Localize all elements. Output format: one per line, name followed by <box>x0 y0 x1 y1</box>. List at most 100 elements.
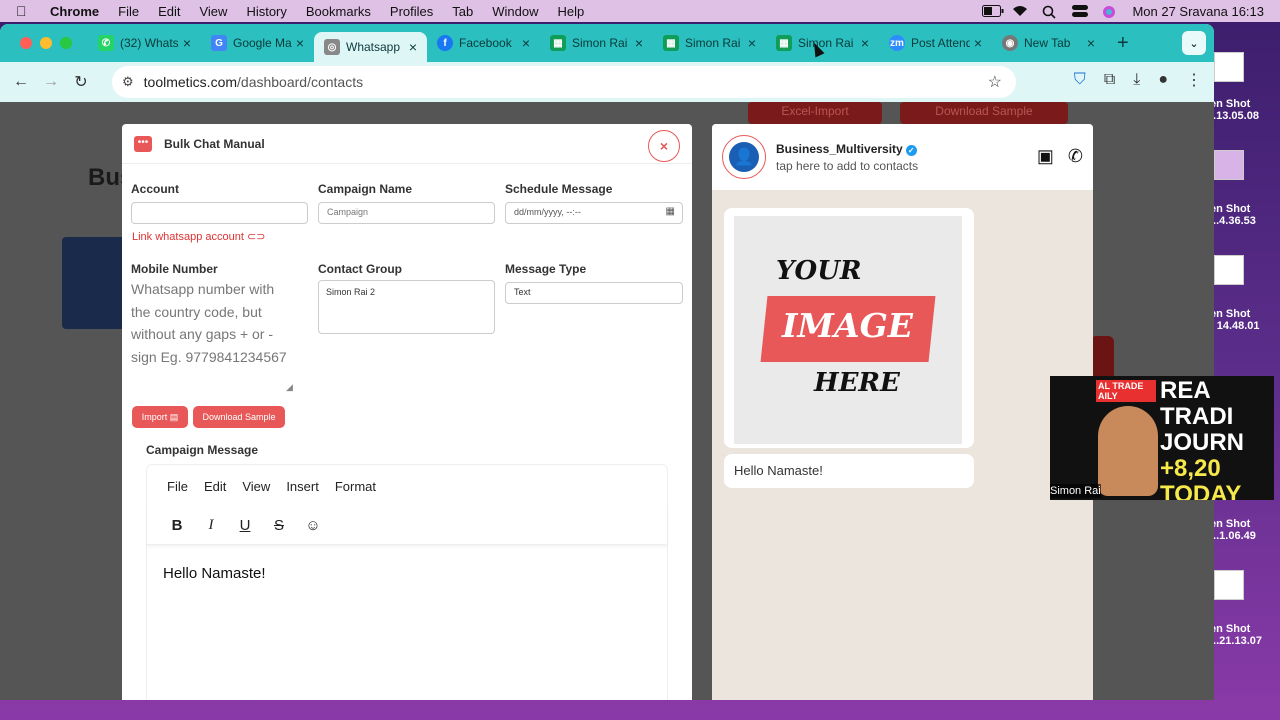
tab-facebook[interactable]: f Facebook × <box>427 28 540 58</box>
strikethrough-icon[interactable]: S <box>271 517 287 534</box>
campaign-name-input[interactable]: Campaign <box>318 202 495 224</box>
schedule-datetime-input[interactable]: dd/mm/yyyy, --:-- ▦ <box>505 202 683 224</box>
preview-subtitle: tap here to add to contacts <box>776 158 919 173</box>
desktop-thumbnail[interactable] <box>1214 52 1244 82</box>
phone-icon[interactable]: ✆ <box>1068 146 1083 167</box>
editor-menu-edit[interactable]: Edit <box>204 479 226 494</box>
close-tab-icon[interactable]: × <box>748 35 756 51</box>
sheets-icon: ▦ <box>776 35 792 51</box>
tab-sheets-2[interactable]: ▦ Simon Rai × <box>653 28 766 58</box>
video-call-overlay[interactable]: AL TRADE AILY REA TRADI JOURN +8,20 TODA… <box>1050 376 1274 500</box>
chrome-icon: ◉ <box>1002 35 1018 51</box>
tab-sheets-1[interactable]: ▦ Simon Rai × <box>540 28 653 58</box>
close-modal-button[interactable]: × <box>648 130 680 162</box>
reload-icon[interactable]: ↻ <box>66 72 96 92</box>
tab-zoom[interactable]: zm Post Attendance × <box>879 28 992 58</box>
profile-avatar[interactable]: ● <box>1158 71 1168 89</box>
menu-tab[interactable]: Tab <box>452 4 473 19</box>
bookmark-star-icon[interactable]: ☆ <box>988 72 1002 92</box>
close-tab-icon[interactable]: × <box>974 35 982 51</box>
desktop-file[interactable]: en Shot ...4.36.53 <box>1210 203 1280 227</box>
close-tab-icon[interactable]: × <box>522 35 530 51</box>
close-tab-icon[interactable]: × <box>409 39 417 55</box>
tab-search-chevron-icon[interactable]: ⌄ <box>1182 31 1206 55</box>
tab-whatsapp-active[interactable]: ◎ Whatsapp × <box>314 32 427 62</box>
close-tab-icon[interactable]: × <box>183 35 191 51</box>
minimize-window-button[interactable] <box>40 37 52 49</box>
desktop-file[interactable]: en Shot ..13.05.08 <box>1210 98 1280 122</box>
siri-icon[interactable] <box>1102 5 1120 18</box>
shield-icon[interactable]: ⛉ <box>1074 71 1086 89</box>
underline-icon[interactable]: U <box>237 517 253 534</box>
editor-menu-file[interactable]: File <box>167 479 188 494</box>
close-tab-icon[interactable]: × <box>861 35 869 51</box>
mobile-number-textarea[interactable]: Whatsapp number with the country code, b… <box>131 278 297 394</box>
wifi-icon[interactable] <box>1012 5 1030 17</box>
menu-history[interactable]: History <box>246 4 286 19</box>
desktop-file[interactable]: en Shot ...21.13.07 <box>1210 623 1280 647</box>
menu-window[interactable]: Window <box>492 4 538 19</box>
video-participant-name: Simon Rai <box>1050 484 1101 498</box>
battery-icon[interactable] <box>982 5 1004 17</box>
resize-handle-icon[interactable]: ◢ <box>286 382 293 393</box>
schedule-placeholder: dd/mm/yyyy, --:-- <box>514 207 581 217</box>
menubar-datetime[interactable]: Mon 27 Sravana 16:13 <box>1132 4 1264 19</box>
campaign-name-label: Campaign Name <box>318 182 413 196</box>
link-whatsapp-account-link[interactable]: Link whatsapp account ⊂⊃ <box>132 230 265 243</box>
menu-app-name[interactable]: Chrome <box>50 4 99 19</box>
address-bar[interactable]: ⚙ toolmetics.com/dashboard/contacts ☆ <box>112 66 1016 98</box>
account-select[interactable] <box>131 202 308 224</box>
menu-bookmarks[interactable]: Bookmarks <box>306 4 371 19</box>
editor-menu-format[interactable]: Format <box>335 479 376 494</box>
maximize-window-button[interactable] <box>60 37 72 49</box>
desktop-thumbnail[interactable] <box>1214 150 1244 180</box>
modal-title: Bulk Chat Manual <box>164 136 265 151</box>
italic-icon[interactable]: I <box>203 517 219 534</box>
tab-google[interactable]: G Google Mail × <box>201 28 314 58</box>
zoom-icon: zm <box>889 35 905 51</box>
contact-group-select[interactable]: Simon Rai 2 <box>318 280 495 334</box>
back-arrow-icon[interactable]: ← <box>6 73 36 91</box>
desktop-file[interactable]: en Shot t 14.48.01 <box>1210 308 1280 332</box>
more-menu-icon[interactable]: ⋮ <box>1186 70 1202 90</box>
tab-new-tab[interactable]: ◉ New Tab × <box>992 28 1105 58</box>
store-icon[interactable]: ▣ <box>1037 146 1054 167</box>
desktop-file[interactable]: en Shot ...1.06.49 <box>1210 518 1280 542</box>
file-icon: ▤ <box>169 412 179 422</box>
close-tab-icon[interactable]: × <box>1087 35 1095 51</box>
close-tab-icon[interactable]: × <box>635 35 643 51</box>
editor-content[interactable]: Hello Namaste! <box>147 545 667 602</box>
apple-menu-icon[interactable]:  <box>16 4 30 18</box>
contact-group-label: Contact Group <box>318 262 402 276</box>
emoji-icon[interactable]: ☺ <box>305 517 321 534</box>
new-tab-button[interactable]: + <box>1117 32 1129 55</box>
menu-help[interactable]: Help <box>558 4 585 19</box>
bold-icon[interactable]: B <box>169 517 185 534</box>
control-center-icon[interactable] <box>1072 5 1090 17</box>
forward-arrow-icon[interactable]: → <box>36 73 66 91</box>
desktop-thumbnail[interactable] <box>1214 570 1244 600</box>
tab-whatsapp[interactable]: ✆ (32) WhatsApp × <box>88 28 201 58</box>
extensions-icon[interactable]: ⧉ <box>1104 71 1115 89</box>
desktop-file-name: en Shot <box>1210 203 1251 215</box>
search-icon[interactable] <box>1042 5 1060 19</box>
close-window-button[interactable] <box>20 37 32 49</box>
business-name: Business_Multiversity ✓ <box>776 142 918 156</box>
site-settings-icon[interactable]: ⚙ <box>122 74 134 90</box>
url-path: /dashboard/contacts <box>237 74 364 90</box>
menu-edit[interactable]: Edit <box>158 4 180 19</box>
menu-profiles[interactable]: Profiles <box>390 4 433 19</box>
menu-view[interactable]: View <box>199 4 227 19</box>
download-sample-button[interactable]: Download Sample <box>193 406 285 428</box>
import-button[interactable]: Import ▤ <box>132 406 188 428</box>
desktop-file-time: t 14.48.01 <box>1210 320 1260 332</box>
menu-file[interactable]: File <box>118 4 139 19</box>
message-type-select[interactable]: Text <box>505 282 683 304</box>
desktop-thumbnail[interactable] <box>1214 255 1244 285</box>
editor-menu-insert[interactable]: Insert <box>286 479 319 494</box>
calendar-icon[interactable]: ▦ <box>666 206 675 217</box>
download-icon[interactable]: ⤓ <box>1133 71 1140 89</box>
close-tab-icon[interactable]: × <box>296 35 304 51</box>
editor-menu-view[interactable]: View <box>242 479 270 494</box>
tab-label: Simon Rai <box>685 36 741 50</box>
